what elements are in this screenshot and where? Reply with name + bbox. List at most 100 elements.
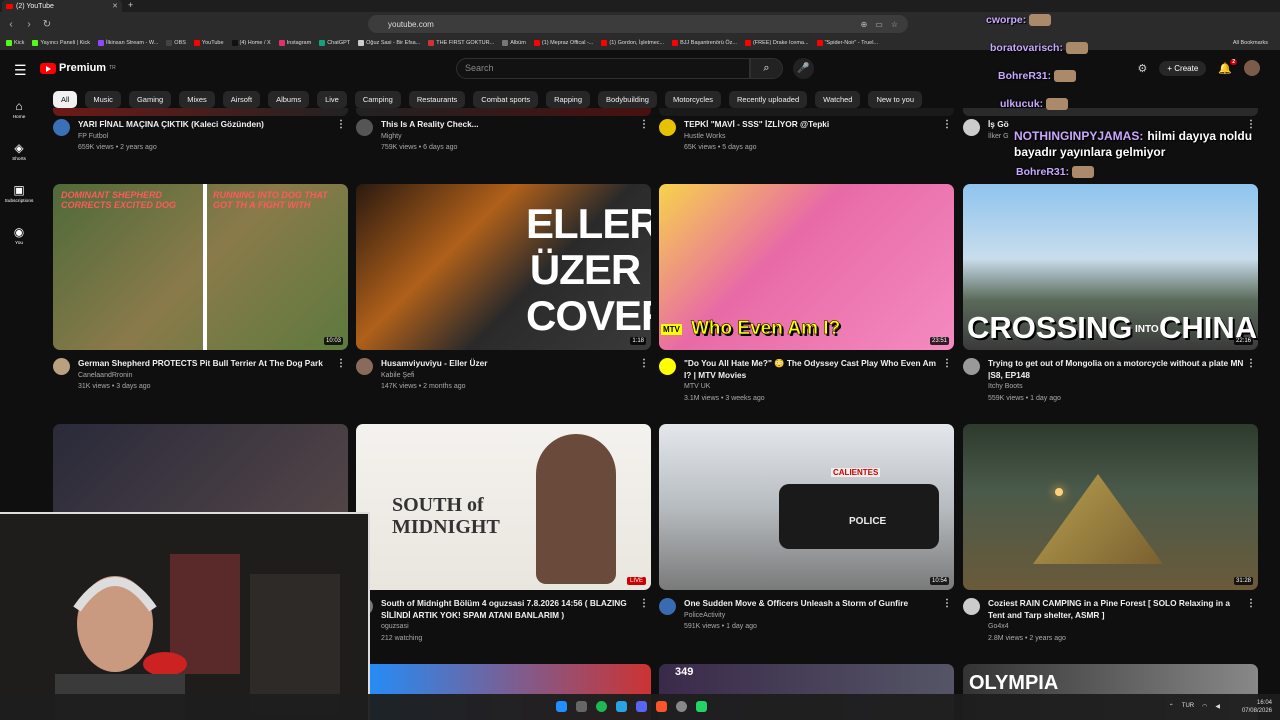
video-title[interactable]: TEPKİ "MAVİ - SSS" İZLİYOR @Tepki bbox=[684, 119, 940, 131]
chip-watched[interactable]: Watched bbox=[815, 91, 861, 108]
channel-name[interactable]: FP Futbol bbox=[78, 131, 334, 143]
reload-icon[interactable]: ↻ bbox=[40, 19, 54, 30]
obs-icon[interactable] bbox=[676, 701, 687, 712]
sidebar-item-subscriptions[interactable]: ▣ Subscriptions bbox=[0, 172, 38, 214]
sidebar-item-shorts[interactable]: ◈ Shorts bbox=[0, 130, 38, 172]
video-card[interactable]: YARI FİNAL MAÇINA ÇIKTIK (Kaleci Gözünde… bbox=[53, 119, 348, 154]
sidebar-item-home[interactable]: ⌂ Home bbox=[0, 88, 38, 130]
channel-name[interactable]: Go4x4 bbox=[988, 621, 1244, 633]
more-options-icon[interactable]: ⋮ bbox=[942, 358, 952, 369]
thumbnail-strip[interactable] bbox=[356, 108, 651, 116]
forward-icon[interactable]: › bbox=[22, 19, 36, 30]
spotify-icon[interactable] bbox=[596, 701, 607, 712]
wifi-icon[interactable]: ◠ bbox=[1202, 703, 1207, 710]
bookmark-item[interactable]: (1) Mepraz Offical -... bbox=[533, 40, 593, 46]
chip-gaming[interactable]: Gaming bbox=[128, 91, 172, 108]
video-thumbnail[interactable]: SOUTH of MIDNIGHT LIVE bbox=[356, 424, 651, 590]
brave-icon[interactable] bbox=[656, 701, 667, 712]
video-thumbnail[interactable]: DOMINANT SHEPHERD CORRECTS EXCITED DOG RU… bbox=[53, 184, 348, 350]
bookmark-item[interactable]: OBS bbox=[166, 40, 186, 46]
bookmark-item[interactable]: (4) Home / X bbox=[231, 40, 271, 46]
video-card[interactable]: TEPKİ "MAVİ - SSS" İZLİYOR @Tepki Hustle … bbox=[659, 119, 954, 154]
chip-new-to-you[interactable]: New to you bbox=[868, 91, 922, 108]
video-title[interactable]: This Is A Reality Check... bbox=[381, 119, 637, 131]
video-thumbnail[interactable]: ELLERÜZERCOVER1:18 bbox=[356, 184, 651, 350]
new-tab-icon[interactable]: + bbox=[128, 0, 133, 10]
bookmark-item[interactable]: THE FIRST GOKTUR... bbox=[428, 40, 494, 46]
channel-avatar[interactable] bbox=[659, 358, 676, 375]
channel-name[interactable]: PoliceActivity bbox=[684, 610, 940, 622]
more-options-icon[interactable]: ⋮ bbox=[942, 598, 952, 609]
channel-avatar[interactable] bbox=[356, 119, 373, 136]
search-button[interactable]: ⌕ bbox=[750, 58, 783, 79]
bookmark-item[interactable]: Kick bbox=[6, 40, 24, 46]
clock[interactable]: 16:04 07/08/2026 bbox=[1242, 699, 1272, 715]
cast-icon[interactable]: ▭ bbox=[875, 20, 883, 29]
chip-motorcycles[interactable]: Motorcycles bbox=[664, 91, 721, 108]
channel-name[interactable]: CanelaandRronin bbox=[78, 370, 334, 382]
channel-avatar[interactable] bbox=[53, 119, 70, 136]
menu-icon[interactable]: ☰ bbox=[14, 62, 27, 79]
search-input[interactable]: Search bbox=[456, 58, 750, 79]
start-icon[interactable] bbox=[556, 701, 567, 712]
channel-avatar[interactable] bbox=[659, 119, 676, 136]
chip-music[interactable]: Music bbox=[85, 91, 121, 108]
browser-tab[interactable]: (2) YouTube ✕ bbox=[2, 0, 122, 12]
video-thumbnail[interactable]: MTV Who Even Am I? 23:51 bbox=[659, 184, 954, 350]
video-title[interactable]: German Shepherd PROTECTS Pit Bull Terrie… bbox=[78, 358, 334, 370]
video-title[interactable]: "Do You All Hate Me?" 😳 The Odyssey Cast… bbox=[684, 358, 940, 381]
chip-all[interactable]: All bbox=[53, 91, 78, 108]
chip-camping[interactable]: Camping bbox=[354, 91, 401, 108]
chip-mixes[interactable]: Mixes bbox=[179, 91, 215, 108]
more-options-icon[interactable]: ⋮ bbox=[336, 358, 346, 369]
chip-albums[interactable]: Albums bbox=[268, 91, 310, 108]
video-thumbnail[interactable]: CROSSING INTO CHINA 22:16 bbox=[963, 184, 1258, 350]
video-card[interactable]: SOUTH of MIDNIGHT LIVE South of Midnight B… bbox=[356, 424, 651, 644]
zoom-icon[interactable]: ⊕ bbox=[861, 20, 868, 29]
video-title[interactable]: Coziest RAIN CAMPING in a Pine Forest [ … bbox=[988, 598, 1244, 621]
sidebar-item-you[interactable]: ◉ You bbox=[0, 214, 38, 256]
video-card[interactable]: MTV Who Even Am I? 23:51 "Do You All Hate M… bbox=[659, 184, 954, 404]
thumbnail-strip[interactable] bbox=[53, 108, 348, 116]
bookmark-item[interactable]: "Spider-Noir" - Truel... bbox=[816, 40, 878, 46]
more-options-icon[interactable]: ⋮ bbox=[336, 119, 346, 130]
video-title[interactable]: Husamviyuviyu - Eller Üzer bbox=[381, 358, 637, 370]
bookmark-item[interactable]: (1) Gordon, İşletmec... bbox=[601, 40, 664, 46]
more-options-icon[interactable]: ⋮ bbox=[942, 119, 952, 130]
bookmark-item[interactable]: İlkinsan Stream - W... bbox=[98, 40, 158, 46]
chip-restaurants[interactable]: Restaurants bbox=[408, 91, 466, 108]
video-card[interactable]: 31:28 Coziest RAIN CAMPING in a Pine Fore… bbox=[963, 424, 1258, 644]
video-thumbnail[interactable]: 31:28 bbox=[963, 424, 1258, 590]
close-tab-icon[interactable]: ✕ bbox=[112, 2, 118, 10]
video-title[interactable]: South of Midnight Bölüm 4 oguzsasi 7.8.2… bbox=[381, 598, 637, 621]
more-options-icon[interactable]: ⋮ bbox=[1246, 358, 1256, 369]
channel-name[interactable]: Hustle Works bbox=[684, 131, 940, 143]
bookmark-item[interactable]: Albüm bbox=[502, 40, 526, 46]
more-options-icon[interactable]: ⋮ bbox=[639, 358, 649, 369]
video-card[interactable]: CROSSING INTO CHINA 22:16 Trying to get out … bbox=[963, 184, 1258, 404]
file-explorer-icon[interactable] bbox=[576, 701, 587, 712]
bookmark-item[interactable]: YouTube bbox=[193, 40, 224, 46]
video-thumbnail[interactable]: POLICE CALIENTES 10:54 bbox=[659, 424, 954, 590]
back-icon[interactable]: ‹ bbox=[4, 19, 18, 30]
bookmark-item[interactable]: Instagram bbox=[278, 40, 311, 46]
channel-avatar[interactable] bbox=[356, 358, 373, 375]
language-indicator[interactable]: TUR bbox=[1182, 703, 1194, 710]
channel-name[interactable]: MTV UK bbox=[684, 381, 940, 393]
youtube-logo[interactable]: Premium TR bbox=[40, 62, 116, 74]
bookmark-item[interactable]: BJJ Başantrenörü Öz... bbox=[672, 40, 737, 46]
thumbnail-strip[interactable] bbox=[659, 108, 954, 116]
chip-combat-sports[interactable]: Combat sports bbox=[473, 91, 539, 108]
volume-icon[interactable]: ◀ bbox=[1215, 703, 1220, 710]
video-title[interactable]: YARI FİNAL MAÇINA ÇIKTIK (Kaleci Gözünde… bbox=[78, 119, 334, 131]
chip-recently-uploaded[interactable]: Recently uploaded bbox=[729, 91, 808, 108]
discord-icon[interactable] bbox=[636, 701, 647, 712]
video-title[interactable]: Trying to get out of Mongolia on a motor… bbox=[988, 358, 1244, 381]
video-card[interactable]: POLICE CALIENTES 10:54 One Sudden Move & Of… bbox=[659, 424, 954, 633]
chip-bodybuilding[interactable]: Bodybuilding bbox=[598, 91, 657, 108]
bookmark-item[interactable]: ChatGPT bbox=[319, 40, 350, 46]
channel-avatar[interactable] bbox=[963, 119, 980, 136]
chip-rapping[interactable]: Rapping bbox=[546, 91, 591, 108]
channel-avatar[interactable] bbox=[963, 358, 980, 375]
chip-airsoft[interactable]: Airsoft bbox=[222, 91, 261, 108]
